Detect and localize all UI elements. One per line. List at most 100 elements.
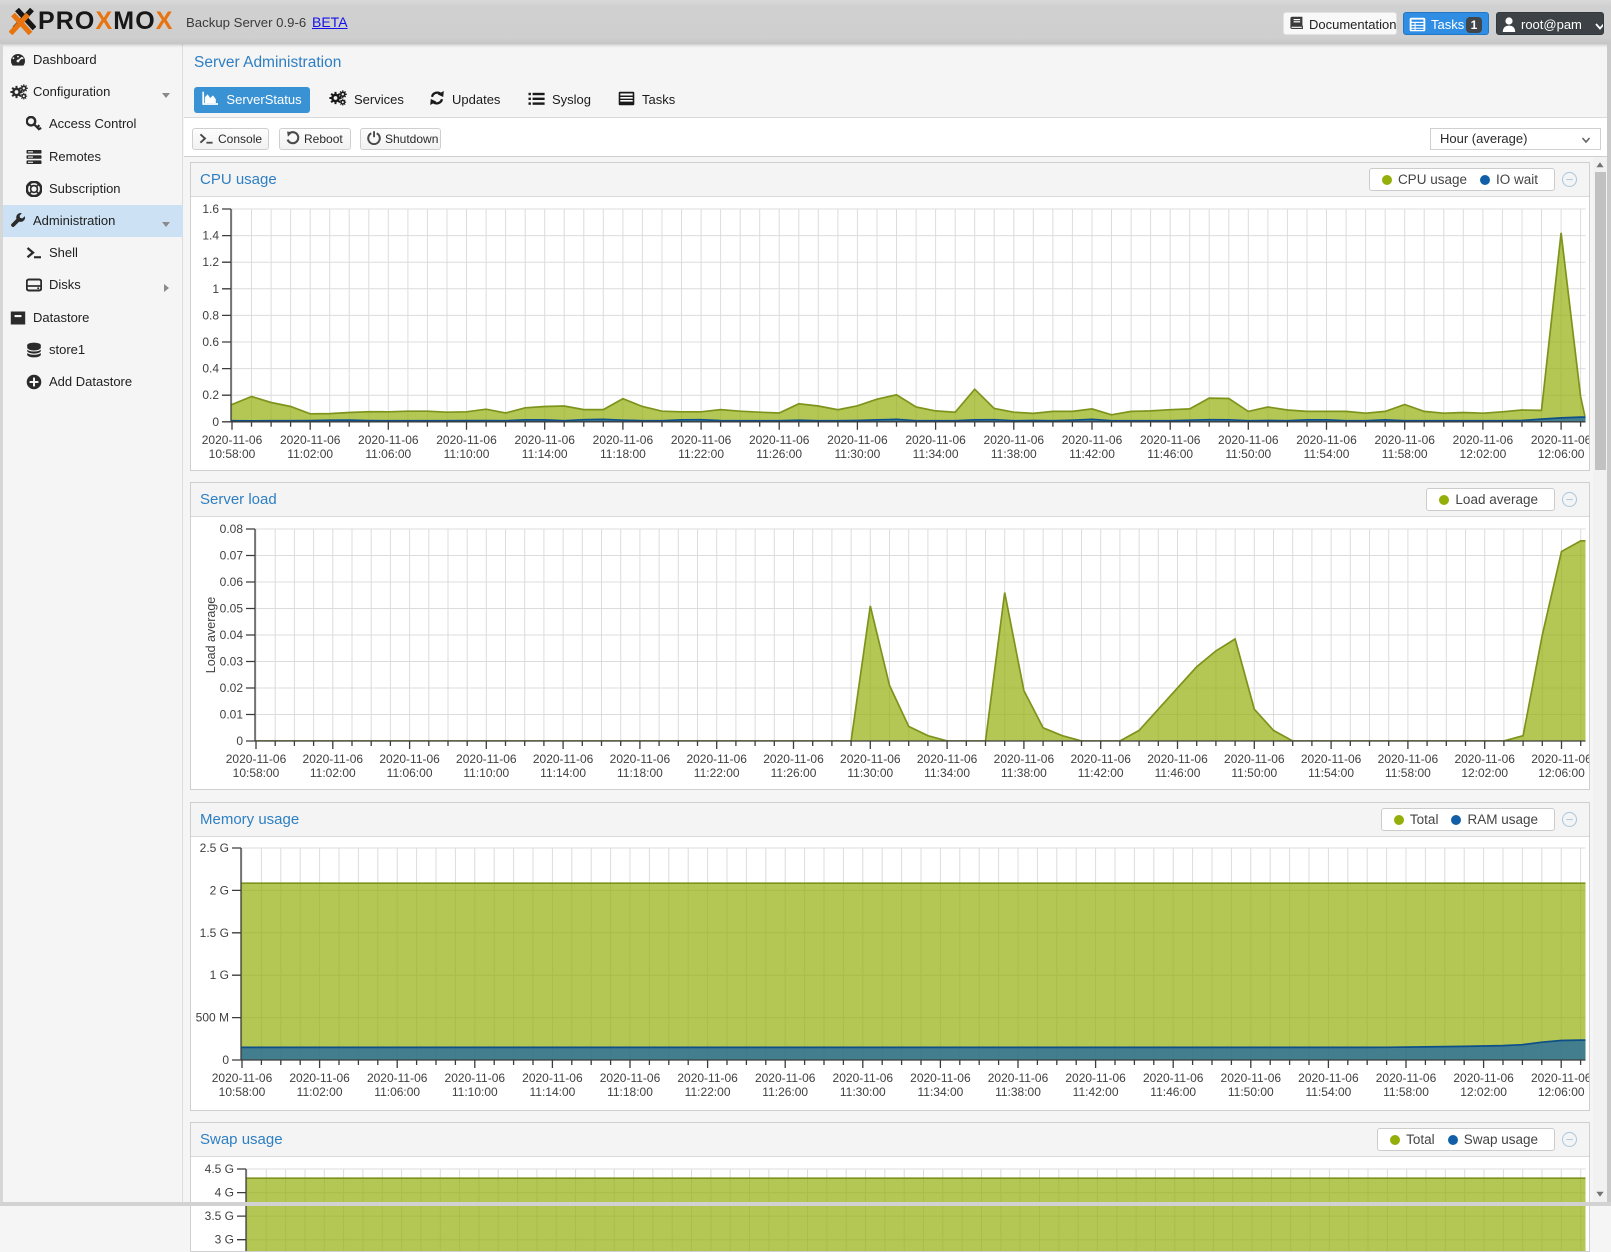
- svg-text:2020-11-06: 2020-11-06: [905, 433, 966, 447]
- svg-text:1.5 G: 1.5 G: [200, 926, 229, 940]
- svg-text:12:06:00: 12:06:00: [1538, 447, 1585, 461]
- svg-text:11:50:00: 11:50:00: [1225, 447, 1271, 461]
- svg-text:11:06:00: 11:06:00: [365, 447, 411, 461]
- svg-text:2 G: 2 G: [210, 883, 229, 897]
- svg-text:2020-11-06: 2020-11-06: [593, 433, 654, 447]
- svg-text:2020-11-06: 2020-11-06: [367, 1071, 428, 1085]
- svg-text:0: 0: [222, 1053, 229, 1067]
- svg-text:11:18:00: 11:18:00: [607, 1085, 653, 1099]
- svg-text:0.2: 0.2: [202, 388, 219, 402]
- svg-text:11:34:00: 11:34:00: [913, 447, 959, 461]
- svg-text:2020-11-06: 2020-11-06: [827, 433, 888, 447]
- svg-text:11:38:00: 11:38:00: [995, 1085, 1041, 1099]
- svg-text:1.6: 1.6: [202, 202, 219, 216]
- svg-text:2020-11-06: 2020-11-06: [436, 433, 497, 447]
- svg-text:2020-11-06: 2020-11-06: [1218, 433, 1279, 447]
- svg-text:4.5 G: 4.5 G: [205, 1162, 234, 1176]
- svg-text:2020-11-06: 2020-11-06: [1453, 1071, 1514, 1085]
- svg-text:2020-11-06: 2020-11-06: [1221, 1071, 1282, 1085]
- svg-text:2020-11-06: 2020-11-06: [202, 433, 263, 447]
- svg-text:2020-11-06: 2020-11-06: [755, 1071, 816, 1085]
- svg-text:11:26:00: 11:26:00: [762, 1085, 808, 1099]
- svg-text:11:26:00: 11:26:00: [756, 447, 802, 461]
- svg-text:11:58:00: 11:58:00: [1385, 766, 1431, 780]
- svg-text:2020-11-06: 2020-11-06: [917, 752, 978, 766]
- svg-text:11:22:00: 11:22:00: [678, 447, 724, 461]
- svg-text:2020-11-06: 2020-11-06: [677, 1071, 738, 1085]
- svg-text:11:02:00: 11:02:00: [310, 766, 356, 780]
- svg-text:2020-11-06: 2020-11-06: [840, 752, 901, 766]
- svg-text:2020-11-06: 2020-11-06: [749, 433, 810, 447]
- svg-text:4 G: 4 G: [215, 1186, 234, 1200]
- svg-text:11:54:00: 11:54:00: [1304, 447, 1350, 461]
- svg-text:2020-11-06: 2020-11-06: [212, 1071, 273, 1085]
- svg-text:11:54:00: 11:54:00: [1308, 766, 1354, 780]
- svg-text:11:06:00: 11:06:00: [374, 1085, 420, 1099]
- svg-text:11:26:00: 11:26:00: [771, 766, 817, 780]
- svg-text:0.06: 0.06: [220, 575, 244, 589]
- svg-text:0.01: 0.01: [220, 708, 244, 722]
- svg-text:11:30:00: 11:30:00: [840, 1085, 886, 1099]
- svg-text:2020-11-06: 2020-11-06: [600, 1071, 661, 1085]
- svg-text:11:58:00: 11:58:00: [1383, 1085, 1429, 1099]
- svg-text:2020-11-06: 2020-11-06: [1224, 752, 1285, 766]
- svg-text:2020-11-06: 2020-11-06: [1140, 433, 1201, 447]
- svg-text:2020-11-06: 2020-11-06: [1065, 1071, 1126, 1085]
- svg-text:2020-11-06: 2020-11-06: [1453, 433, 1514, 447]
- svg-text:2020-11-06: 2020-11-06: [445, 1071, 506, 1085]
- svg-text:2020-11-06: 2020-11-06: [1296, 433, 1357, 447]
- svg-text:11:10:00: 11:10:00: [463, 766, 509, 780]
- svg-text:3.5 G: 3.5 G: [205, 1209, 234, 1223]
- svg-text:11:14:00: 11:14:00: [540, 766, 586, 780]
- svg-text:1.4: 1.4: [202, 229, 219, 243]
- svg-text:2020-11-06: 2020-11-06: [994, 752, 1055, 766]
- svg-text:12:02:00: 12:02:00: [1461, 766, 1508, 780]
- svg-text:2020-11-06: 2020-11-06: [303, 752, 364, 766]
- svg-text:2020-11-06: 2020-11-06: [984, 433, 1045, 447]
- svg-text:2.5 G: 2.5 G: [200, 841, 229, 855]
- svg-text:11:34:00: 11:34:00: [917, 1085, 963, 1099]
- svg-text:2020-11-06: 2020-11-06: [533, 752, 594, 766]
- svg-text:0.4: 0.4: [202, 362, 219, 376]
- svg-text:1 G: 1 G: [210, 968, 229, 982]
- svg-text:12:02:00: 12:02:00: [1460, 1085, 1507, 1099]
- svg-text:12:02:00: 12:02:00: [1460, 447, 1507, 461]
- svg-text:11:10:00: 11:10:00: [452, 1085, 498, 1099]
- svg-text:11:46:00: 11:46:00: [1147, 447, 1193, 461]
- svg-text:0: 0: [212, 415, 219, 429]
- svg-text:11:46:00: 11:46:00: [1150, 1085, 1196, 1099]
- svg-text:2020-11-06: 2020-11-06: [1298, 1071, 1359, 1085]
- svg-text:11:02:00: 11:02:00: [297, 1085, 343, 1099]
- svg-text:2020-11-06: 2020-11-06: [514, 433, 575, 447]
- svg-text:12:06:00: 12:06:00: [1538, 766, 1585, 780]
- svg-text:11:22:00: 11:22:00: [694, 766, 740, 780]
- svg-text:11:34:00: 11:34:00: [924, 766, 970, 780]
- svg-text:2020-11-06: 2020-11-06: [686, 752, 747, 766]
- svg-text:11:18:00: 11:18:00: [617, 766, 663, 780]
- svg-text:11:30:00: 11:30:00: [834, 447, 880, 461]
- svg-text:2020-11-06: 2020-11-06: [1454, 752, 1515, 766]
- svg-text:2020-11-06: 2020-11-06: [988, 1071, 1049, 1085]
- svg-text:0.02: 0.02: [220, 681, 244, 695]
- svg-text:1.2: 1.2: [202, 255, 219, 269]
- svg-text:11:38:00: 11:38:00: [991, 447, 1037, 461]
- svg-text:0.03: 0.03: [220, 655, 244, 669]
- svg-text:2020-11-06: 2020-11-06: [763, 752, 824, 766]
- svg-text:11:18:00: 11:18:00: [600, 447, 646, 461]
- svg-text:2020-11-06: 2020-11-06: [1531, 752, 1589, 766]
- svg-text:2020-11-06: 2020-11-06: [1143, 1071, 1204, 1085]
- svg-text:Load average: Load average: [204, 597, 218, 674]
- svg-text:2020-11-06: 2020-11-06: [833, 1071, 894, 1085]
- svg-text:2020-11-06: 2020-11-06: [910, 1071, 971, 1085]
- svg-text:2020-11-06: 2020-11-06: [1376, 1071, 1437, 1085]
- svg-text:2020-11-06: 2020-11-06: [456, 752, 517, 766]
- svg-text:2020-11-06: 2020-11-06: [1531, 1071, 1589, 1085]
- svg-text:11:42:00: 11:42:00: [1078, 766, 1124, 780]
- svg-text:11:46:00: 11:46:00: [1155, 766, 1201, 780]
- svg-text:2020-11-06: 2020-11-06: [1378, 752, 1439, 766]
- svg-text:2020-11-06: 2020-11-06: [226, 752, 287, 766]
- svg-text:2020-11-06: 2020-11-06: [671, 433, 732, 447]
- svg-text:2020-11-06: 2020-11-06: [1374, 433, 1435, 447]
- svg-text:11:42:00: 11:42:00: [1073, 1085, 1119, 1099]
- svg-text:11:02:00: 11:02:00: [287, 447, 333, 461]
